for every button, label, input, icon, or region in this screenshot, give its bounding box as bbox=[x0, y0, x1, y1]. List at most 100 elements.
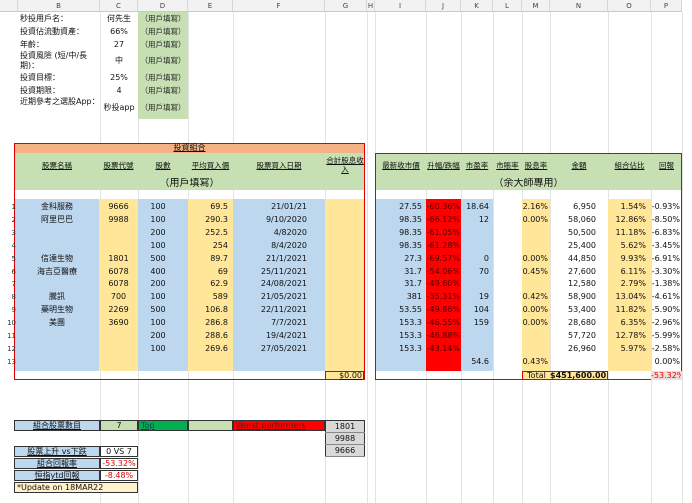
row-number[interactable]: 12 bbox=[0, 343, 18, 356]
dividend-total: $0.00 bbox=[339, 371, 362, 380]
user-fill-note: （用戶填寫） bbox=[138, 25, 188, 38]
blank-green-box bbox=[188, 420, 233, 431]
right-header-2: 市盈率 bbox=[465, 160, 489, 170]
pe-ratio: 104 bbox=[473, 305, 489, 315]
row-number[interactable]: 7 bbox=[0, 278, 18, 291]
left-header-0: 股票名稱 bbox=[42, 160, 72, 170]
change-pct: -54.06% bbox=[426, 266, 460, 276]
latest-price: 381 bbox=[406, 292, 422, 302]
row-number[interactable]: 3 bbox=[0, 227, 18, 240]
row-number[interactable]: 13 bbox=[0, 356, 18, 369]
stock-qty: 500 bbox=[150, 305, 166, 315]
left-col-div-fill bbox=[325, 199, 364, 371]
return: -1.38% bbox=[651, 279, 680, 289]
col-header-M[interactable]: M bbox=[522, 0, 550, 12]
worst-code: 9666 bbox=[325, 445, 365, 457]
stock-qty: 400 bbox=[150, 266, 166, 276]
amount: 27,600 bbox=[568, 266, 596, 276]
worst-code: 1801 bbox=[325, 421, 365, 433]
right-header-4: 股息率 bbox=[524, 160, 548, 170]
change-pct: -43.14% bbox=[426, 343, 460, 353]
return: -3.30% bbox=[651, 266, 680, 276]
user-info-label: 投資目標： bbox=[20, 73, 60, 82]
avg-price: 69.5 bbox=[210, 202, 228, 211]
buy-date: 4/82020 bbox=[273, 227, 307, 237]
total-return: -53.32% bbox=[651, 371, 681, 380]
stock-code: 9988 bbox=[108, 214, 129, 224]
col-header-J[interactable]: J bbox=[426, 0, 461, 12]
avg-price: 252.5 bbox=[205, 227, 228, 237]
col-header-F[interactable]: F bbox=[233, 0, 325, 12]
dividend-yield: 0.45% bbox=[522, 266, 548, 276]
col-header-I[interactable]: I bbox=[375, 0, 426, 12]
user-info-value[interactable]: 66% bbox=[100, 25, 138, 38]
user-fill-note: （用戶填寫） bbox=[138, 51, 188, 71]
latest-price: 27.3 bbox=[404, 253, 422, 263]
stock-code: 6078 bbox=[108, 279, 129, 289]
return-label: 組合回報率 bbox=[37, 459, 77, 468]
buy-date: 21/05/2021 bbox=[260, 292, 307, 302]
col-header-D[interactable]: D bbox=[138, 0, 188, 12]
buy-date: 19/4/2021 bbox=[265, 331, 307, 340]
latest-price: 98.35 bbox=[399, 227, 422, 237]
amount: 6,950 bbox=[573, 202, 596, 211]
right-header-0: 最新收市價 bbox=[382, 160, 420, 170]
stock-qty: 200 bbox=[150, 227, 166, 237]
grid-vline bbox=[682, 12, 683, 503]
col-header-B[interactable]: B bbox=[18, 0, 100, 12]
col-header-L[interactable]: L bbox=[493, 0, 522, 12]
dividend-yield: 0.00% bbox=[522, 214, 548, 224]
left-header-5: 合計股息收入 bbox=[326, 156, 364, 174]
portfolio-pct: 5.97% bbox=[620, 343, 646, 353]
user-info-value[interactable]: 秒投app bbox=[100, 97, 138, 119]
left-header-3: 平均買入價 bbox=[191, 160, 230, 170]
user-info-value[interactable]: 何先生 bbox=[100, 12, 138, 25]
buy-date: 7/7/2021 bbox=[271, 318, 307, 328]
user-info-label: 投資期限： bbox=[20, 86, 60, 95]
col-header-G[interactable]: G bbox=[325, 0, 367, 12]
return: -0.93% bbox=[651, 202, 680, 211]
portfolio-pct: 5.62% bbox=[620, 240, 646, 250]
col-header-N[interactable]: N bbox=[550, 0, 608, 12]
pe-ratio: 54.6 bbox=[471, 356, 489, 366]
col-header-E[interactable]: E bbox=[188, 0, 233, 12]
col-header-O[interactable]: O bbox=[608, 0, 651, 12]
change-pct: -69.57% bbox=[426, 253, 460, 263]
stock-qty: 100 bbox=[150, 214, 166, 224]
col-header-C[interactable]: C bbox=[100, 0, 138, 12]
col-header-H[interactable]: H bbox=[367, 0, 375, 12]
stock-code: 3690 bbox=[108, 318, 129, 328]
user-info-value[interactable]: 中 bbox=[100, 51, 138, 71]
stock-code: 6078 bbox=[108, 266, 129, 276]
left-header-2: 股數 bbox=[155, 160, 171, 170]
dividend-yield: 0.43% bbox=[522, 356, 548, 366]
top-label: Top bbox=[141, 421, 155, 430]
portfolio-pct: 13.04% bbox=[615, 292, 646, 302]
portfolio-pct: 11.18% bbox=[615, 227, 646, 237]
avg-price: 62.9 bbox=[210, 279, 228, 289]
left-caption: （用戶填寫） bbox=[159, 178, 220, 189]
return: -5.90% bbox=[651, 305, 680, 315]
amount: 12,580 bbox=[568, 279, 596, 289]
avg-price: 589 bbox=[212, 292, 228, 302]
col-header-K[interactable]: K bbox=[461, 0, 493, 12]
stock-name: 海吉亞醫療 bbox=[37, 266, 77, 276]
latest-price: 27.55 bbox=[399, 202, 422, 211]
user-info-value[interactable]: 27 bbox=[100, 38, 138, 51]
latest-price: 98.35 bbox=[399, 214, 422, 224]
stock-name: 騰訊 bbox=[49, 292, 65, 302]
dividend-yield: 0.42% bbox=[522, 292, 548, 302]
col-header-P[interactable]: P bbox=[651, 0, 682, 12]
dividend-yield: 0.00% bbox=[522, 253, 548, 263]
stock-name: 信達生物 bbox=[41, 253, 73, 263]
stock-qty: 500 bbox=[150, 253, 166, 263]
user-info-value[interactable]: 4 bbox=[100, 84, 138, 97]
row-number[interactable]: 11 bbox=[0, 330, 18, 343]
row-number[interactable]: 4 bbox=[0, 240, 18, 253]
return: -2.96% bbox=[651, 318, 680, 328]
amount: 58,900 bbox=[568, 292, 596, 302]
total-amount: $451,600.00 bbox=[550, 371, 606, 380]
grid-vline bbox=[367, 12, 368, 503]
user-info-value[interactable]: 25% bbox=[100, 71, 138, 84]
stock-qty: 200 bbox=[150, 279, 166, 289]
